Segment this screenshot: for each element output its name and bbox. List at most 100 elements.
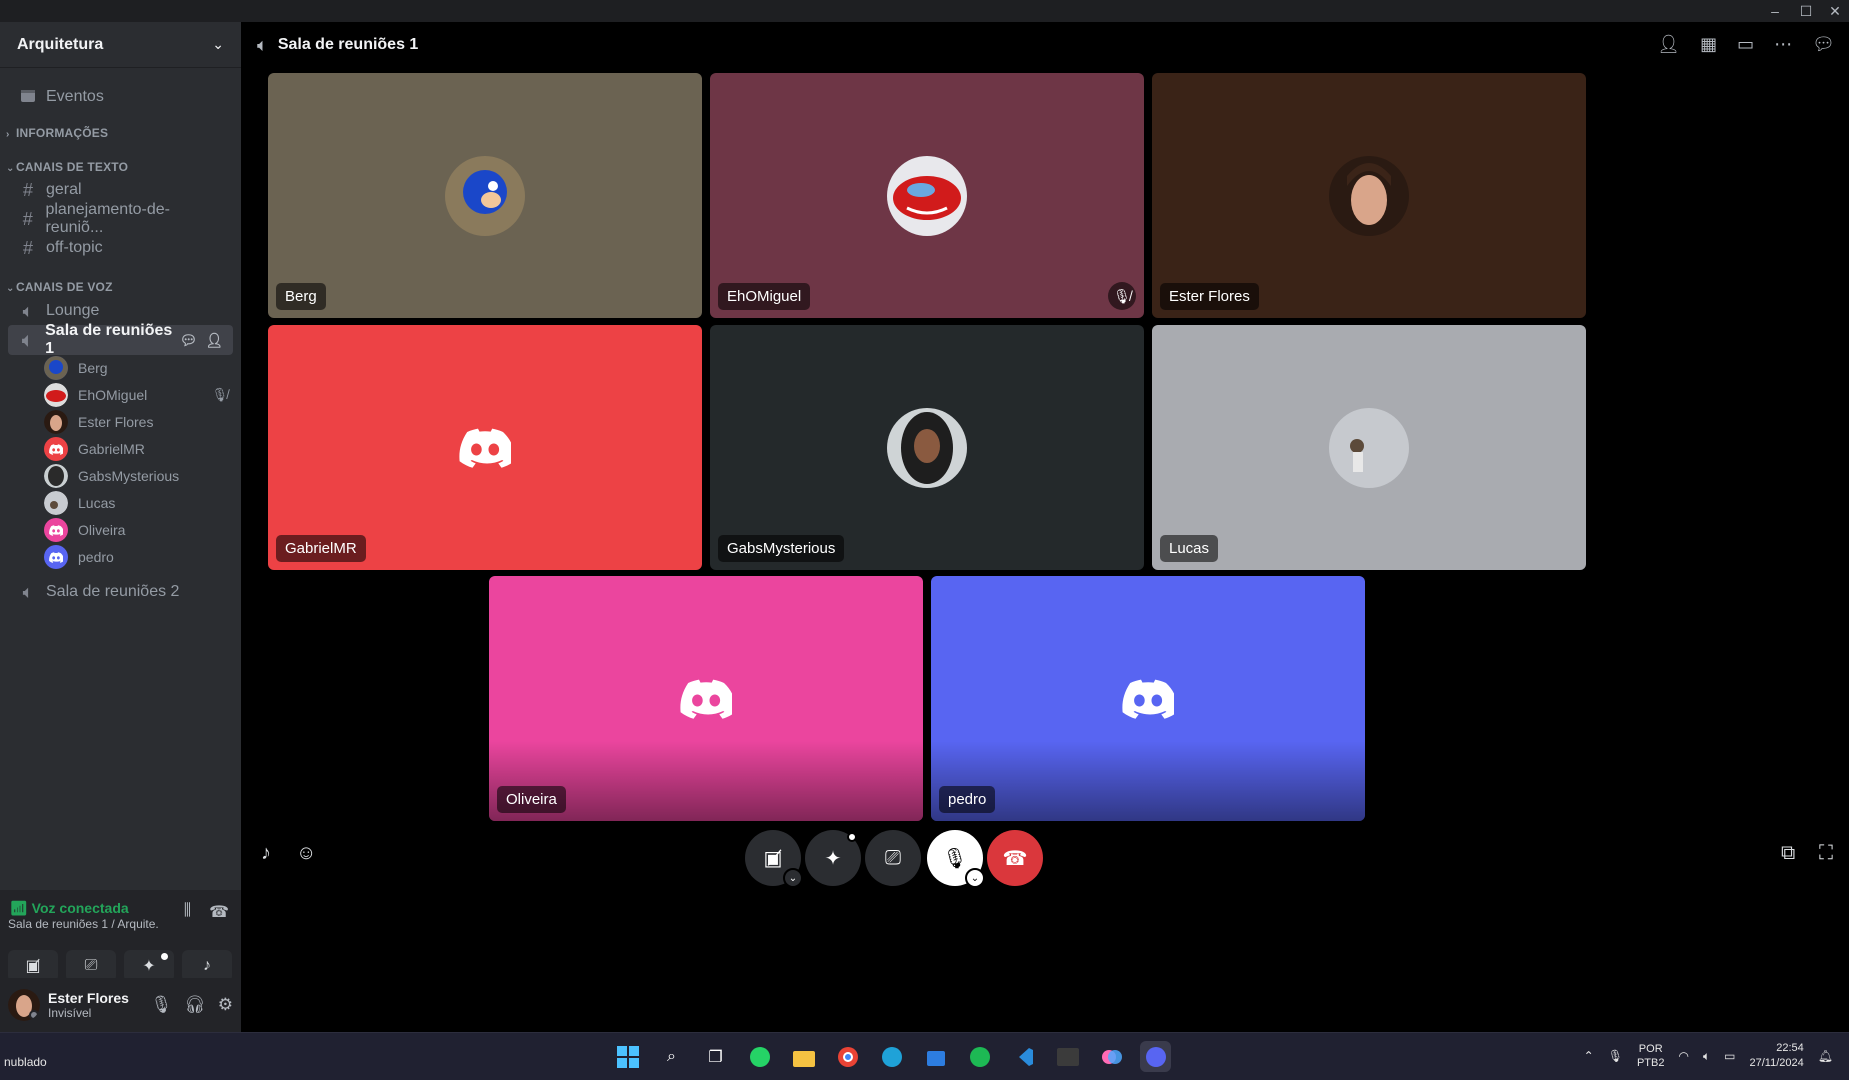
clock[interactable]: 22:54 27/11/2024 xyxy=(1750,1041,1804,1071)
voice-member-ester-flores[interactable]: Ester Flores xyxy=(44,409,234,435)
participant-name: pedro xyxy=(939,786,996,813)
soundboard-icon[interactable]: ♪ xyxy=(261,842,271,865)
vscode-icon[interactable] xyxy=(1008,1041,1039,1072)
battery-icon[interactable]: ▭ xyxy=(1724,1049,1735,1063)
layout-icon[interactable]: ▦ xyxy=(1700,34,1717,55)
volume-icon[interactable]: 🔈︎ xyxy=(1703,1049,1710,1064)
channel-title: Sala de reuniões 1 xyxy=(277,36,419,53)
store-icon[interactable] xyxy=(920,1041,951,1072)
participant-tile-pedro[interactable]: pedro xyxy=(931,576,1365,821)
avatar xyxy=(44,491,68,515)
fullscreen-icon[interactable]: ⛶ xyxy=(1819,842,1833,865)
server-name: Arquitetura xyxy=(17,35,104,53)
whatsapp-icon[interactable] xyxy=(744,1041,775,1072)
windows-start-icon[interactable] xyxy=(612,1041,643,1072)
file-explorer-icon[interactable] xyxy=(788,1041,819,1072)
chevron-up-icon[interactable]: ⌃ xyxy=(1584,1049,1594,1063)
events-item[interactable]: Eventos xyxy=(8,82,233,112)
participant-tile-ester-flores[interactable]: Ester Flores xyxy=(1152,73,1586,318)
chrome-icon[interactable] xyxy=(832,1041,863,1072)
notification-bell-icon[interactable]: 🔔︎ xyxy=(1818,1049,1833,1063)
voice-channel-sala-1[interactable]: 🔈︎ Sala de reuniões 1 💬︎ 👤︎ xyxy=(8,322,233,357)
chat-icon[interactable]: 💬︎ xyxy=(1812,34,1835,55)
chevron-down-icon[interactable]: ⌄ xyxy=(965,868,985,888)
voice-member-gabrielmr[interactable]: GabrielMR xyxy=(44,436,234,462)
hash-icon: # xyxy=(22,179,33,200)
speaker-icon: 🔈︎ xyxy=(257,34,268,55)
category-info[interactable]: › INFORMAÇÕES xyxy=(6,126,108,140)
screen-share-icon: ⎚ xyxy=(84,957,98,974)
microphone-icon[interactable]: 🎙︎ xyxy=(151,995,173,1015)
wifi-icon[interactable]: ◠ xyxy=(1678,1049,1688,1063)
text-channel-planejamento[interactable]: # planejamento-de-reuniõ... xyxy=(8,201,233,236)
activities-button[interactable]: ✦ xyxy=(805,830,861,886)
voice-member-gabsmysterious[interactable]: GabsMysterious xyxy=(44,463,234,489)
voice-member-berg[interactable]: Berg xyxy=(44,355,234,381)
discord-logo-icon xyxy=(459,428,511,468)
participant-tile-berg[interactable]: Berg xyxy=(268,73,702,318)
maximize-button[interactable]: ☐ xyxy=(1791,0,1821,22)
hang-up-icon: ☎︎ xyxy=(1002,847,1028,870)
user-panel: Ester Flores Invisível 🎙︎ 🎧︎ ⚙︎ xyxy=(0,978,241,1032)
discord-logo-icon xyxy=(680,679,732,719)
language-indicator[interactable]: POR PTB2 xyxy=(1637,1042,1665,1070)
mic-muted-icon: 🎙︎̸ xyxy=(1108,282,1136,310)
voice-member-oliveira[interactable]: Oliveira xyxy=(44,517,234,543)
inbox-icon[interactable]: ▭ xyxy=(1737,34,1754,55)
participant-tile-gabrielmr[interactable]: GabrielMR xyxy=(268,325,702,570)
popout-icon[interactable]: ⧉ xyxy=(1781,842,1795,865)
minimize-button[interactable]: – xyxy=(1760,0,1790,22)
chat-bubble-icon[interactable]: 💬︎ xyxy=(179,332,197,349)
rocket-icon: ✦ xyxy=(824,847,842,870)
close-button[interactable]: ✕ xyxy=(1820,0,1849,22)
copilot-icon[interactable] xyxy=(1096,1041,1127,1072)
microphone-icon[interactable]: 🎙︎ xyxy=(1608,1049,1623,1063)
category-voice-channels[interactable]: ⌄CANAIS DE VOZ xyxy=(6,280,113,294)
participant-tile-lucas[interactable]: Lucas xyxy=(1152,325,1586,570)
microphone-button[interactable]: 🎙︎ ⌄ xyxy=(927,830,985,888)
screen-share-button[interactable]: ⎚ xyxy=(865,830,921,886)
voice-call-view: 🔈︎ Sala de reuniões 1 👤︎ ▦ ▭ ⋯ 💬︎ Berg E… xyxy=(241,22,1849,1032)
headphones-icon[interactable]: 🎧︎ xyxy=(184,995,206,1015)
chevron-down-icon[interactable]: ⌄ xyxy=(783,868,803,888)
search-icon[interactable]: ⌕ xyxy=(656,1041,687,1072)
voice-member-ehomiguel[interactable]: EhOMiguel 🎙︎̸ xyxy=(44,382,234,408)
camera-toggle-button[interactable]: ▣̸ ⌄ xyxy=(745,830,803,888)
avatar xyxy=(887,407,967,488)
calendar-icon xyxy=(18,87,38,108)
add-user-icon[interactable]: 👤︎ xyxy=(1657,34,1680,55)
gear-icon[interactable]: ⚙︎ xyxy=(218,995,233,1015)
weather-widget[interactable]: nublado xyxy=(4,1055,47,1069)
emoji-icon[interactable]: ☺ xyxy=(296,842,316,865)
participant-tile-ehomiguel[interactable]: EhOMiguel 🎙︎̸ xyxy=(710,73,1144,318)
participant-tile-oliveira[interactable]: Oliveira xyxy=(489,576,923,821)
task-view-icon[interactable]: ❐ xyxy=(700,1041,731,1072)
voice-location[interactable]: Sala de reuniões 1 / Arquite... xyxy=(8,917,158,931)
mic-muted-icon: 🎙︎̸ xyxy=(211,387,228,402)
participant-name: GabrielMR xyxy=(276,535,366,562)
invite-user-icon[interactable]: 👤︎ xyxy=(205,332,223,349)
voice-member-pedro[interactable]: pedro xyxy=(44,544,234,570)
more-options-icon[interactable]: ⋯ xyxy=(1774,34,1792,55)
text-channel-off-topic[interactable]: # off-topic xyxy=(8,233,233,263)
terminal-icon[interactable] xyxy=(1052,1041,1083,1072)
camera-off-icon: ▣̸ xyxy=(25,958,41,975)
voice-channel-sala-2[interactable]: 🔈︎ Sala de reuniões 2 xyxy=(8,577,233,607)
soundboard-icon: ♪ xyxy=(203,957,211,974)
discord-taskbar-icon[interactable] xyxy=(1140,1041,1171,1072)
category-text-channels[interactable]: ⌄CANAIS DE TEXTO xyxy=(6,160,128,174)
noise-suppression-icon[interactable]: ⫼ xyxy=(184,902,191,922)
system-tray: ⌃ 🎙︎ POR PTB2 ◠ 🔈︎ ▭ 22:54 27/11/2024 🔔︎ xyxy=(1584,1041,1833,1071)
edge-icon[interactable] xyxy=(876,1041,907,1072)
avatar xyxy=(44,464,68,488)
channel-sidebar: Arquitetura ⌄ Eventos › INFORMAÇÕES ⌄CANA… xyxy=(0,22,241,1032)
participant-tile-gabsmysterious[interactable]: GabsMysterious xyxy=(710,325,1144,570)
participant-name: GabsMysterious xyxy=(718,535,845,562)
server-header[interactable]: Arquitetura ⌄ xyxy=(0,22,241,68)
user-avatar[interactable] xyxy=(8,989,40,1021)
spotify-icon[interactable] xyxy=(964,1041,995,1072)
voice-member-lucas[interactable]: Lucas xyxy=(44,490,234,516)
disconnect-icon[interactable]: ☎︎ xyxy=(209,902,229,922)
avatar xyxy=(1329,407,1409,488)
leave-call-button[interactable]: ☎︎ xyxy=(987,830,1043,886)
